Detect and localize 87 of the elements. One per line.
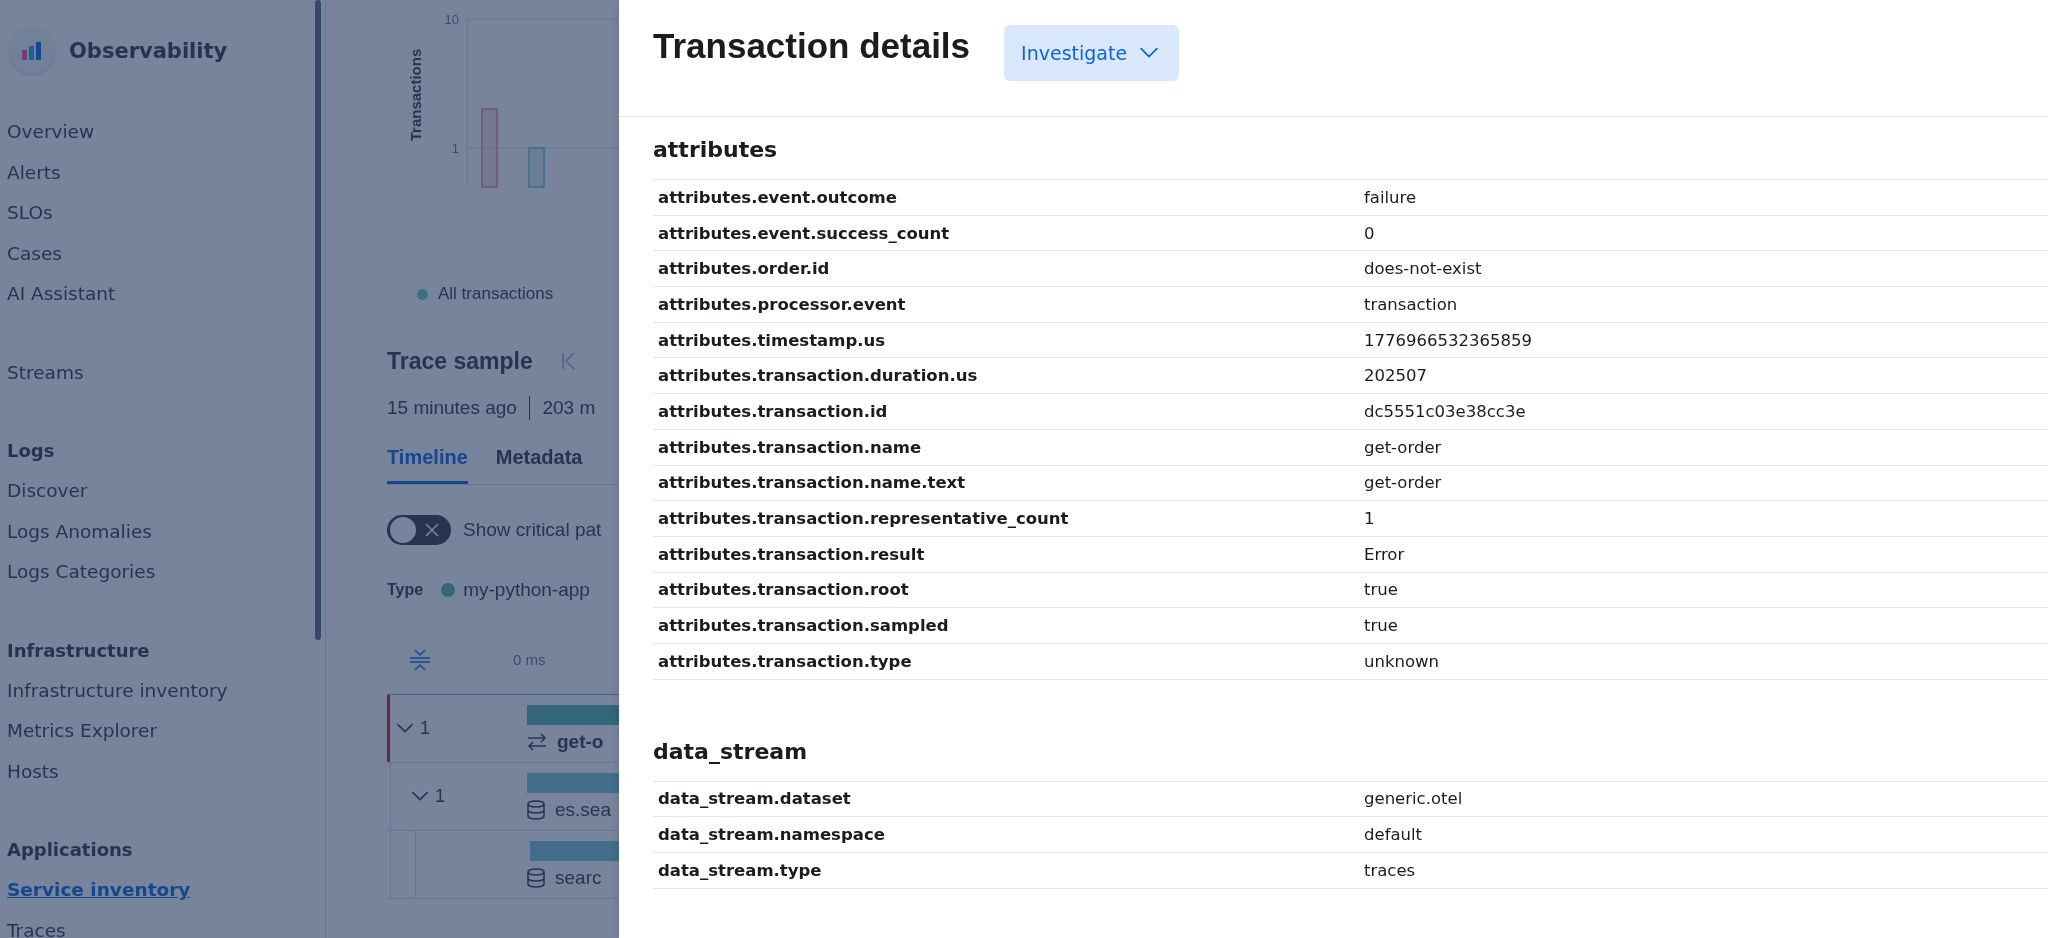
field-value: 0 <box>1364 223 1375 243</box>
section-title: data_stream <box>653 737 808 766</box>
field-name: attributes.timestamp.us <box>657 330 886 350</box>
field-name: attributes.processor.event <box>657 294 906 314</box>
field-value: unknown <box>1364 651 1439 671</box>
chevron-icon[interactable] <box>396 723 414 734</box>
investigate-button[interactable]: Investigate <box>1004 25 1180 81</box>
field-value: 1 <box>1364 509 1375 529</box>
field-value: 1776966532365859 <box>1364 330 1532 350</box>
toggle-label: Show critical pat <box>463 519 602 541</box>
field-value: dc5551c03e38cc3e <box>1364 401 1526 421</box>
nav-link[interactable]: Discover <box>7 471 88 512</box>
field-name: attributes.transaction.representative_count <box>657 509 1069 529</box>
field-value: generic.otel <box>1364 789 1463 809</box>
nav-link[interactable]: Logs Categories <box>7 552 156 593</box>
database-icon <box>527 799 545 820</box>
field-name: attributes.transaction.name <box>657 437 922 457</box>
tab[interactable]: Timeline <box>387 446 468 484</box>
nav-link[interactable]: Traces <box>7 910 66 938</box>
section-title: Trace sample <box>387 347 533 375</box>
legend-title: Type <box>387 581 424 599</box>
field-name: attributes.event.success_count <box>657 223 950 243</box>
nav-link[interactable]: Hosts <box>7 751 59 792</box>
nav-section-heading: Logs <box>7 439 55 463</box>
field-name: data_stream.dataset <box>657 789 851 809</box>
field-name: attributes.transaction.root <box>657 580 909 600</box>
field-name: attributes.order.id <box>657 259 830 279</box>
field-name: attributes.transaction.duration.us <box>657 366 978 386</box>
field-name: data_stream.type <box>657 860 822 880</box>
logo-icon <box>9 28 55 74</box>
y-axis-label: Transactions <box>407 48 424 142</box>
field-name: attributes.transaction.sampled <box>657 616 949 636</box>
section-title: attributes <box>653 136 778 164</box>
scrollbar[interactable] <box>315 0 321 640</box>
field-value: transaction <box>1364 294 1458 314</box>
field-value: traces <box>1364 860 1416 880</box>
chevron-icon[interactable] <box>411 791 429 802</box>
nav-link[interactable]: Service inventory <box>7 870 191 911</box>
span-name[interactable]: get-o <box>527 730 604 753</box>
trace-duration: 203 m <box>542 397 596 419</box>
child-count: 1 <box>435 786 445 807</box>
nav-link[interactable]: Alerts <box>7 152 61 193</box>
field-name: attributes.transaction.id <box>657 401 888 421</box>
toggle-switch[interactable] <box>387 515 451 545</box>
span-name[interactable]: es.sea <box>527 798 611 821</box>
swap-arrows-icon <box>527 732 547 751</box>
legend-dot <box>417 288 428 300</box>
field-name: attributes.transaction.result <box>657 544 925 564</box>
field-value: 202507 <box>1364 366 1427 386</box>
database-icon <box>527 867 545 888</box>
nav-link[interactable]: Logs Anomalies <box>7 511 152 552</box>
child-count: 1 <box>420 718 430 739</box>
span-name[interactable]: searc <box>527 866 602 889</box>
nav-link[interactable]: SLOs <box>7 193 53 234</box>
field-value: default <box>1364 825 1423 845</box>
legend-dot <box>441 583 456 597</box>
nav-link[interactable]: Streams <box>7 352 84 393</box>
nav-link[interactable]: AI Assistant <box>7 274 116 315</box>
field-value: get-order <box>1364 437 1442 457</box>
nav-link[interactable]: Overview <box>7 112 95 153</box>
field-value: does-not-exist <box>1364 259 1482 279</box>
y-tick-label: 1 <box>451 141 459 156</box>
nav-link[interactable]: Cases <box>7 233 62 274</box>
field-name: attributes.event.outcome <box>657 187 897 207</box>
app-title: Observability <box>69 39 228 63</box>
field-name: data_stream.namespace <box>657 825 885 845</box>
nav-section-heading: Infrastructure <box>7 638 150 663</box>
tab[interactable]: Metadata <box>495 446 583 484</box>
close-icon <box>423 521 441 539</box>
nav-link[interactable]: Metrics Explorer <box>7 711 158 752</box>
nav-link[interactable]: Infrastructure inventory <box>7 670 228 711</box>
field-value: get-order <box>1364 473 1442 493</box>
field-value: Error <box>1364 544 1405 564</box>
caret-icon <box>1139 47 1160 59</box>
field-value: true <box>1364 616 1398 636</box>
legend-label: my-python-app <box>463 579 590 601</box>
y-tick-label: 10 <box>444 12 459 27</box>
field-name: attributes.transaction.name.text <box>657 473 966 493</box>
flyout-title: Transaction details <box>653 25 971 67</box>
nav-section-heading: Applications <box>7 838 133 862</box>
field-value: true <box>1364 580 1398 600</box>
field-name: attributes.transaction.type <box>657 651 912 671</box>
trace-age: 15 minutes ago <box>387 397 517 419</box>
field-value: failure <box>1364 187 1417 207</box>
legend-label: All transactions <box>438 284 554 304</box>
timeline-tick: 0 ms <box>513 651 546 668</box>
collapse-icon[interactable] <box>409 647 431 672</box>
